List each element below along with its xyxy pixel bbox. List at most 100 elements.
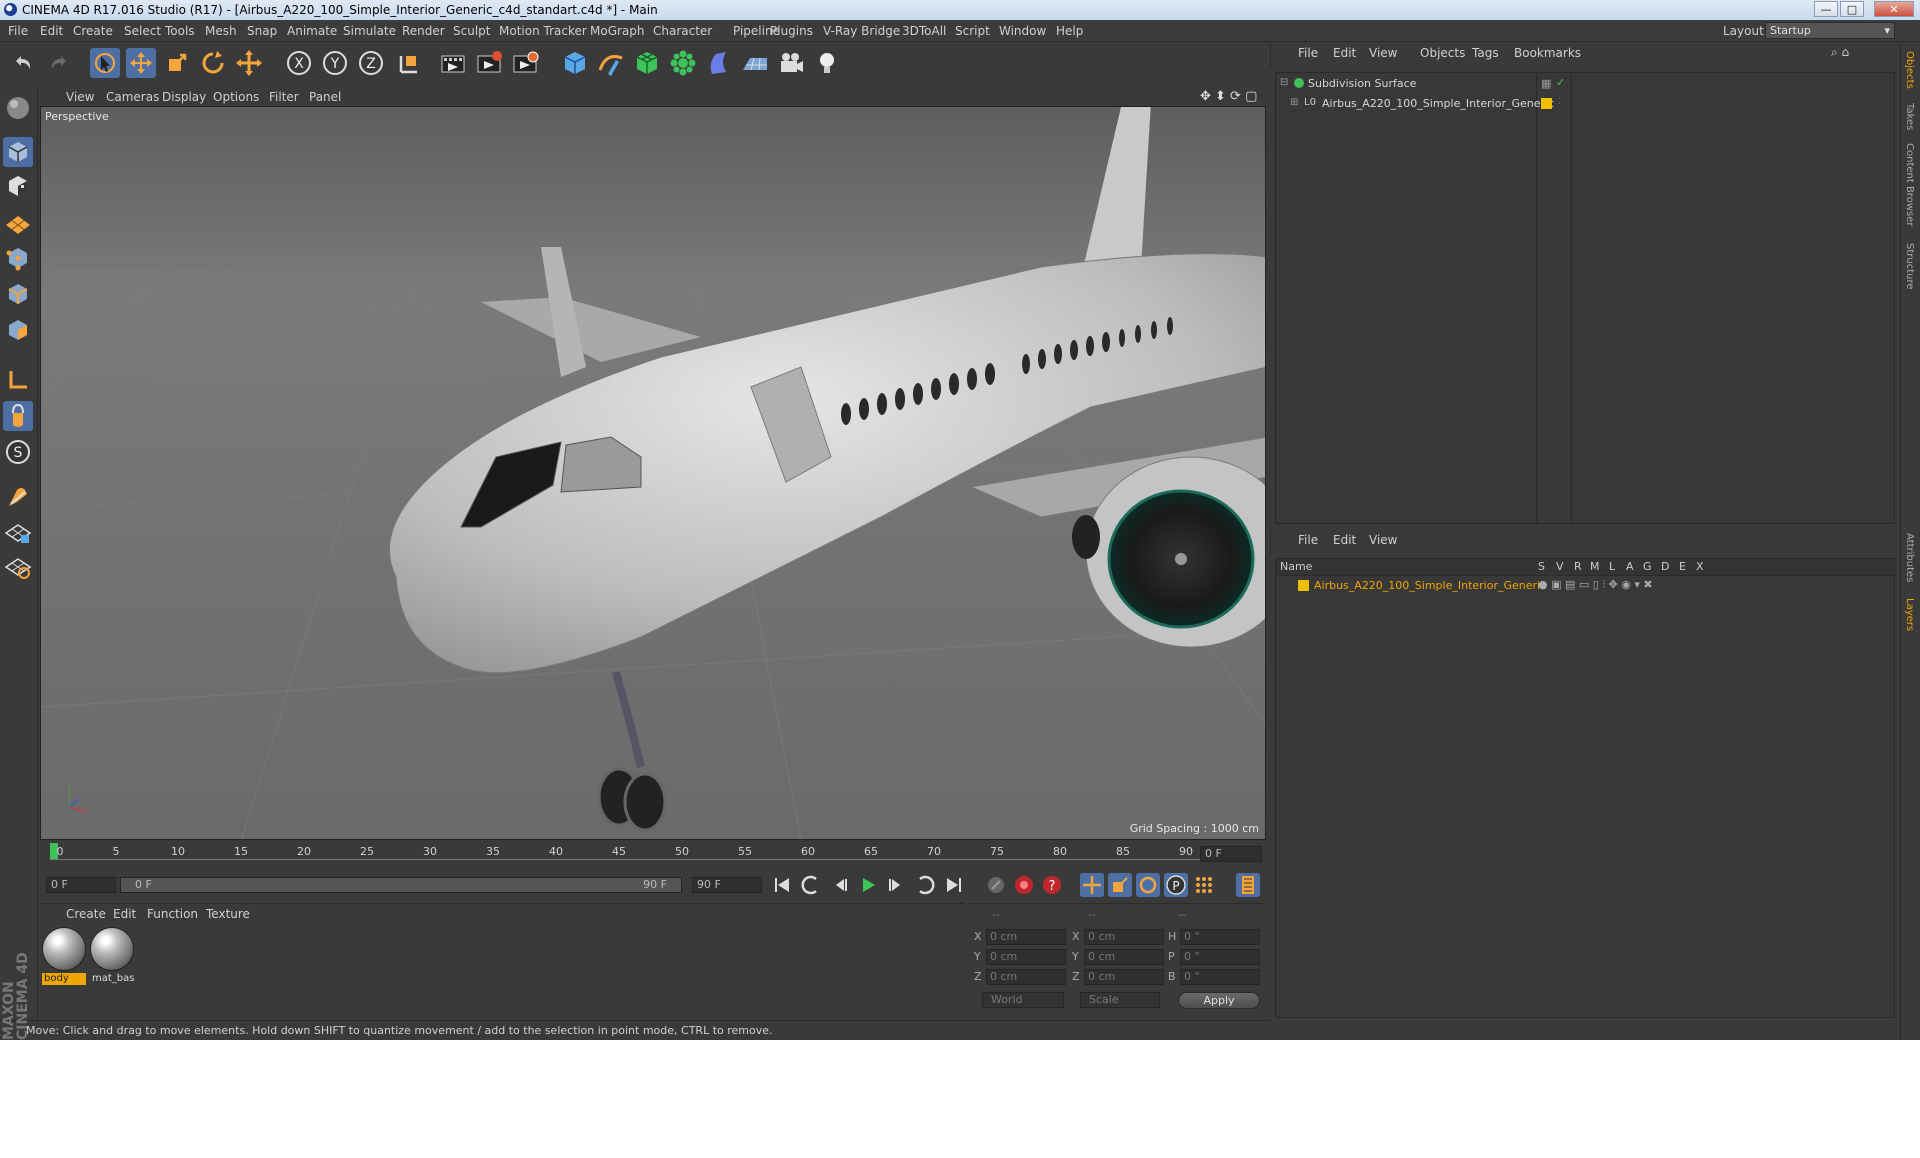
autokeying-icon[interactable]: ?	[1040, 873, 1064, 897]
polygons-mode-icon[interactable]	[3, 315, 33, 345]
menu-help[interactable]: Help	[1056, 24, 1083, 38]
search-icon[interactable]: ⌕ ⌂	[1831, 45, 1849, 60]
menu-plugins[interactable]: Plugins	[770, 24, 813, 38]
move-icon[interactable]	[126, 48, 156, 78]
menu-file[interactable]: File	[8, 24, 28, 38]
scale-key-icon[interactable]	[1108, 873, 1132, 897]
current-frame-field[interactable]: 0 F	[1200, 846, 1262, 862]
menu-mesh[interactable]: Mesh	[205, 24, 237, 38]
preview-range-slider[interactable]: 0 F 90 F	[120, 877, 682, 893]
material-menu-create[interactable]: Create	[66, 907, 106, 921]
menu-tools[interactable]: Tools	[165, 24, 195, 38]
pen-spline-icon[interactable]	[596, 48, 626, 78]
next-frame-icon[interactable]	[884, 873, 908, 897]
cube-icon[interactable]	[560, 48, 590, 78]
menu-sculpt[interactable]: Sculpt	[453, 24, 490, 38]
layer-color-icon[interactable]	[1541, 98, 1552, 109]
viewport-perspective[interactable]: Perspective Grid Spacing : 1000 cm	[40, 106, 1266, 840]
object-menu-objects[interactable]: Objects	[1420, 46, 1465, 60]
go-to-end-icon[interactable]	[942, 873, 966, 897]
viewport-menu-display[interactable]: Display	[162, 90, 206, 104]
size-mode-dropdown[interactable]: Scale	[1080, 992, 1160, 1008]
menu-animate[interactable]: Animate	[287, 24, 337, 38]
workplane-lock-icon[interactable]	[3, 517, 33, 547]
material-menu-edit[interactable]: Edit	[113, 907, 136, 921]
rotation-p-field[interactable]: 0 °	[1180, 949, 1260, 965]
position-key-icon[interactable]	[1080, 873, 1104, 897]
tab-layers[interactable]: Layers	[1904, 598, 1915, 631]
viewport-menu-options[interactable]: Options	[213, 90, 259, 104]
solo-icon[interactable]: S	[3, 437, 33, 467]
menu-snap[interactable]: Snap	[247, 24, 277, 38]
viewport-navigation-icons[interactable]: ✥ ⬍ ⟳ ▢	[1200, 89, 1257, 104]
camera-icon[interactable]	[776, 48, 806, 78]
size-x-field[interactable]: 0 cm	[1084, 929, 1164, 945]
render-view-icon[interactable]	[438, 48, 468, 78]
timeline-window-icon[interactable]	[1236, 873, 1260, 897]
start-frame-field[interactable]: 0 F	[46, 877, 116, 893]
menu-mograph[interactable]: MoGraph	[590, 24, 645, 38]
x-axis-lock-icon[interactable]: X	[284, 48, 314, 78]
apply-button[interactable]: Apply	[1178, 992, 1260, 1009]
make-editable-icon[interactable]	[3, 93, 33, 123]
render-picture-viewer-icon[interactable]	[474, 48, 504, 78]
menu-script[interactable]: Script	[955, 24, 990, 38]
maximize-button[interactable]: □	[1840, 1, 1864, 17]
rotate-icon[interactable]	[198, 48, 228, 78]
object-tag-icon[interactable]: ▦	[1541, 77, 1551, 90]
menu-3dtoall[interactable]: 3DToAll	[902, 24, 946, 38]
visibility-dots-icon[interactable]: ⁚	[1558, 97, 1561, 107]
play-icon[interactable]	[856, 873, 880, 897]
snap-icon[interactable]	[3, 482, 33, 512]
points-mode-icon[interactable]	[3, 243, 33, 273]
position-x-field[interactable]: 0 cm	[986, 929, 1066, 945]
object-row-subdivision-surface[interactable]: ⊟ Subdivision Surface ▦ ✓	[1276, 75, 1896, 93]
light-icon[interactable]	[812, 48, 842, 78]
layer-row[interactable]: Airbus_A220_100_Simple_Interior_Generic …	[1276, 577, 1896, 595]
model-mode-icon[interactable]	[3, 137, 33, 167]
scale-icon[interactable]	[162, 48, 192, 78]
material-swatch-body[interactable]: body	[42, 927, 86, 989]
tab-attributes[interactable]: Attributes	[1904, 533, 1915, 582]
minimize-button[interactable]: —	[1814, 1, 1838, 17]
previous-keyframe-icon[interactable]	[800, 873, 824, 897]
size-z-field[interactable]: 0 cm	[1084, 969, 1164, 985]
next-keyframe-icon[interactable]	[912, 873, 936, 897]
menu-motion-tracker[interactable]: Motion Tracker	[499, 24, 587, 38]
layer-toggle-icons[interactable]: ● ▣ ▤ ▭ ▯ ⫶ ✥ ◉ ▾ ✖	[1538, 578, 1653, 592]
layer-name[interactable]: Airbus_A220_100_Simple_Interior_Generic	[1314, 579, 1546, 592]
menu-edit[interactable]: Edit	[40, 24, 63, 38]
layer-menu-edit[interactable]: Edit	[1333, 533, 1356, 547]
close-button[interactable]: ✕	[1874, 1, 1914, 17]
floor-icon[interactable]	[740, 48, 770, 78]
move-axis-icon[interactable]	[234, 48, 264, 78]
point-level-key-icon[interactable]	[1192, 873, 1216, 897]
rotation-h-field[interactable]: 0 °	[1180, 929, 1260, 945]
edges-mode-icon[interactable]	[3, 279, 33, 309]
viewport-menu-view[interactable]: View	[66, 90, 94, 104]
redo-icon[interactable]	[44, 48, 74, 78]
viewport-menu-filter[interactable]: Filter	[269, 90, 299, 104]
render-settings-icon[interactable]	[510, 48, 540, 78]
locked-workplane-icon[interactable]	[3, 551, 33, 581]
position-y-field[interactable]: 0 cm	[986, 949, 1066, 965]
viewport-menu-cameras[interactable]: Cameras	[106, 90, 159, 104]
layer-menu-file[interactable]: File	[1298, 533, 1318, 547]
y-axis-lock-icon[interactable]: Y	[320, 48, 350, 78]
end-frame-field[interactable]: 90 F	[692, 877, 762, 893]
rotation-key-icon[interactable]	[1136, 873, 1160, 897]
menu-render[interactable]: Render	[402, 24, 445, 38]
menu-create[interactable]: Create	[73, 24, 113, 38]
expand-icon[interactable]: ⊞	[1290, 97, 1298, 108]
object-menu-file[interactable]: File	[1298, 46, 1318, 60]
z-axis-lock-icon[interactable]: Z	[356, 48, 386, 78]
material-menu-texture[interactable]: Texture	[206, 907, 250, 921]
workplane-icon[interactable]	[3, 207, 33, 237]
deformer-icon[interactable]	[704, 48, 734, 78]
menu-select[interactable]: Select	[124, 24, 161, 38]
object-menu-edit[interactable]: Edit	[1333, 46, 1356, 60]
material-menu-function[interactable]: Function	[147, 907, 198, 921]
layer-color-swatch[interactable]	[1298, 580, 1309, 591]
axis-mode-icon[interactable]	[3, 365, 33, 395]
rotation-b-field[interactable]: 0 °	[1180, 969, 1260, 985]
